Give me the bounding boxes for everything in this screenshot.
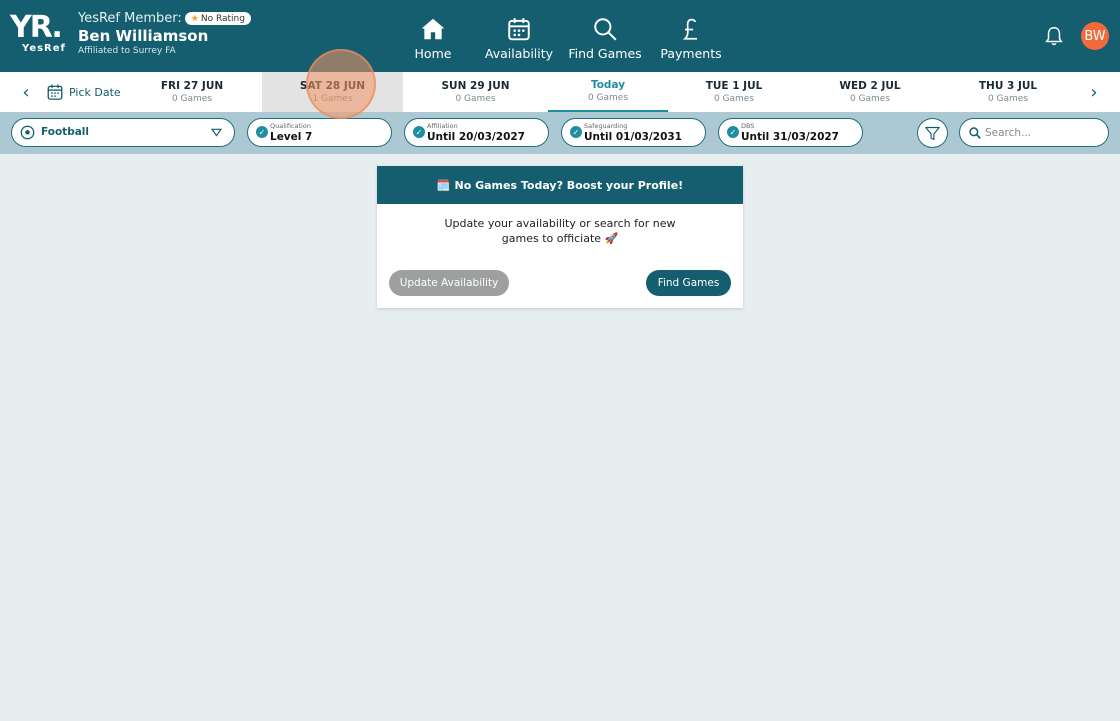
dbs-label: DBS bbox=[741, 122, 755, 130]
day-name: FRI 27 JUN bbox=[160, 80, 224, 92]
logo-wordmark: YesRef bbox=[22, 43, 66, 54]
nav-find-games[interactable]: Find Games bbox=[562, 0, 648, 72]
search-input[interactable] bbox=[985, 125, 1100, 141]
day-name: TUE 1 JUL bbox=[705, 80, 763, 92]
affiliation-chip[interactable]: ✓ Affiliation Until 20/03/2027 bbox=[404, 118, 549, 147]
qualification-value: Level 7 bbox=[270, 131, 313, 143]
chevron-down-icon bbox=[211, 128, 222, 137]
safeguarding-value: Until 01/03/2031 bbox=[584, 131, 682, 143]
member-prefix: YesRef Member: bbox=[78, 11, 182, 26]
search-icon bbox=[969, 127, 981, 139]
calendar-icon bbox=[47, 84, 63, 100]
day-tab-sun-29-jun[interactable]: SUN 29 JUN 0 Games bbox=[403, 72, 548, 112]
day-count: 0 Games bbox=[849, 94, 891, 104]
day-tab-tue-1-jul[interactable]: TUE 1 JUL 0 Games bbox=[668, 72, 800, 112]
day-tab-wed-2-jul[interactable]: WED 2 JUL 0 Games bbox=[800, 72, 940, 112]
day-name: WED 2 JUL bbox=[839, 80, 901, 92]
nav-payments-label: Payments bbox=[660, 45, 722, 61]
card-title: No Games Today? Boost your Profile! bbox=[454, 178, 684, 192]
day-name: SUN 29 JUN bbox=[441, 80, 510, 92]
bell-icon[interactable] bbox=[1043, 24, 1065, 48]
rating-label: No Rating bbox=[200, 13, 245, 24]
dbs-chip[interactable]: ✓ DBS Until 31/03/2027 bbox=[718, 118, 863, 147]
pick-date-button[interactable]: Pick Date bbox=[46, 72, 121, 112]
qualification-chip[interactable]: ✓ Qualification Level 7 bbox=[247, 118, 392, 147]
top-nav: Home Availability Find Games Payments bbox=[390, 0, 734, 72]
day-count: 0 Games bbox=[587, 93, 629, 103]
day-count: 1 Games bbox=[312, 94, 353, 104]
logo-mark: YR. bbox=[10, 10, 63, 45]
update-availability-button[interactable]: Update Availability bbox=[389, 270, 509, 296]
nav-home[interactable]: Home bbox=[390, 0, 476, 72]
day-tab-thu-3-jul[interactable]: THU 3 JUL 0 Games bbox=[940, 72, 1076, 112]
filter-icon bbox=[925, 126, 940, 140]
safeguarding-chip[interactable]: ✓ Safeguarding Until 01/03/2031 bbox=[561, 118, 706, 147]
sport-value: Football bbox=[41, 126, 89, 138]
calendar-emoji-icon: 🗓️ bbox=[436, 178, 451, 192]
chevron-left-icon[interactable]: ‹ bbox=[14, 72, 38, 112]
nav-payments[interactable]: Payments bbox=[648, 0, 734, 72]
sport-select[interactable]: Football bbox=[11, 118, 235, 147]
day-count: 0 Games bbox=[713, 94, 755, 104]
date-strip: ‹ Pick Date FRI 27 JUN 0 Games SAT 28 JU… bbox=[0, 72, 1120, 112]
football-icon bbox=[20, 125, 35, 140]
pick-date-label: Pick Date bbox=[69, 85, 121, 99]
safeguarding-label: Safeguarding bbox=[584, 122, 628, 130]
filter-bar: Football ✓ Qualification Level 7 ✓ Affil… bbox=[0, 112, 1120, 154]
avatar[interactable]: BW bbox=[1081, 22, 1109, 50]
nav-availability[interactable]: Availability bbox=[476, 0, 562, 72]
check-icon: ✓ bbox=[256, 126, 268, 138]
star-icon: ★ bbox=[190, 13, 199, 24]
app-header: YR. YesRef YesRef Member: ★ No Rating Be… bbox=[0, 0, 1120, 72]
nav-home-label: Home bbox=[414, 45, 452, 61]
dbs-value: Until 31/03/2027 bbox=[741, 131, 839, 143]
rating-badge: ★ No Rating bbox=[184, 12, 251, 25]
qualification-label: Qualification bbox=[270, 122, 311, 130]
day-tab-today[interactable]: Today 0 Games bbox=[548, 72, 668, 112]
search-icon bbox=[594, 17, 617, 41]
affiliation-label: Affiliation bbox=[427, 122, 458, 130]
find-games-button[interactable]: Find Games bbox=[646, 270, 731, 296]
check-icon: ✓ bbox=[570, 126, 582, 138]
affiliation-value: Until 20/03/2027 bbox=[427, 131, 525, 143]
day-count: 0 Games bbox=[455, 94, 496, 104]
day-name: THU 3 JUL bbox=[978, 80, 1038, 92]
card-message: Update your availability or search for n… bbox=[444, 217, 676, 245]
day-name: Today bbox=[590, 79, 626, 91]
day-name: SAT 28 JUN bbox=[299, 80, 366, 92]
check-icon: ✓ bbox=[727, 126, 739, 138]
day-tab-sat-28-jun[interactable]: SAT 28 JUN 1 Games bbox=[262, 72, 403, 112]
check-icon: ✓ bbox=[413, 126, 425, 138]
pound-icon bbox=[682, 18, 697, 40]
nav-find-games-label: Find Games bbox=[568, 45, 642, 61]
day-tab-fri-27-jun[interactable]: FRI 27 JUN 0 Games bbox=[122, 72, 262, 112]
calendar-icon bbox=[508, 17, 530, 40]
card-header: 🗓️ No Games Today? Boost your Profile! bbox=[377, 166, 743, 204]
chevron-right-icon[interactable]: › bbox=[1082, 72, 1106, 112]
search-box[interactable] bbox=[959, 118, 1109, 147]
member-info: YesRef Member: ★ No Rating Ben Williamso… bbox=[78, 11, 251, 56]
empty-state-card: 🗓️ No Games Today? Boost your Profile! U… bbox=[377, 166, 743, 308]
member-affiliation: Affiliated to Surrey FA bbox=[78, 46, 176, 56]
day-count: 0 Games bbox=[987, 94, 1029, 104]
filter-button[interactable] bbox=[917, 118, 948, 148]
day-count: 0 Games bbox=[171, 94, 213, 104]
yesref-logo[interactable]: YR. YesRef bbox=[10, 13, 68, 57]
home-icon bbox=[421, 18, 445, 39]
nav-availability-label: Availability bbox=[484, 45, 554, 61]
member-name: Ben Williamson bbox=[78, 27, 209, 45]
